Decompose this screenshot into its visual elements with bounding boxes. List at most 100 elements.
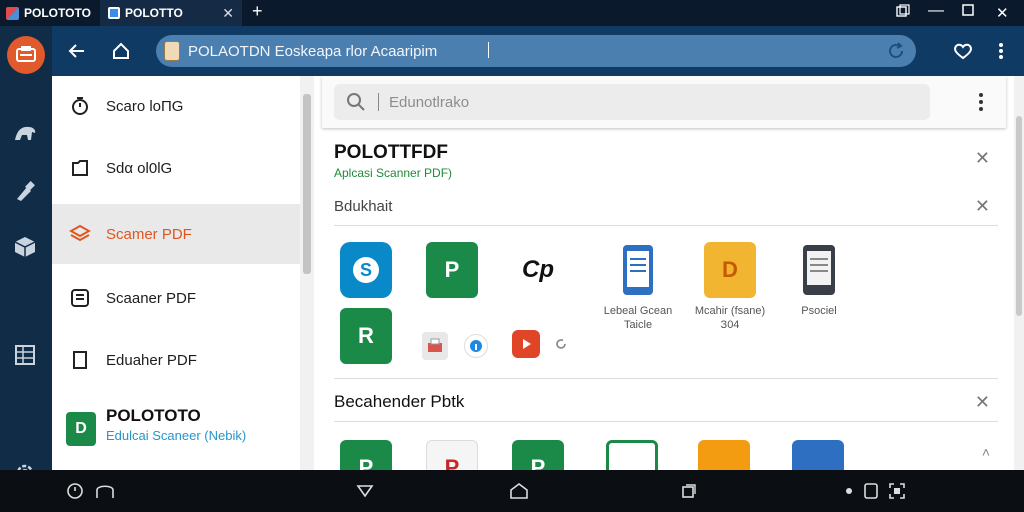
info-icon[interactable] xyxy=(464,334,488,358)
divider xyxy=(334,225,998,226)
brush-icon[interactable] xyxy=(10,176,40,206)
collapse-icon[interactable]: ˄ xyxy=(982,444,990,460)
sharepoint-icon: S xyxy=(340,242,392,298)
screenshot-icon[interactable] xyxy=(860,480,882,502)
tab-strip: POLOTOTO POLOTTO ✕ + — ✕ xyxy=(0,0,1024,26)
sidebar-scrollbar[interactable] xyxy=(300,76,314,470)
box-icon[interactable] xyxy=(10,232,40,262)
search-input[interactable]: Edunotlrako xyxy=(334,84,930,120)
more-options-icon[interactable] xyxy=(978,92,984,112)
app-tile-cp[interactable]: Cp xyxy=(512,242,564,298)
back-nav-icon[interactable] xyxy=(354,480,376,502)
minimize-button[interactable]: — xyxy=(928,2,944,20)
close-icon[interactable]: ✕ xyxy=(222,5,234,22)
dot-indicator-icon xyxy=(838,480,860,502)
sidebar-item-label: Eduaher PDF xyxy=(106,351,197,369)
window-close-button[interactable]: ✕ xyxy=(996,4,1009,22)
search-card: Edunotlrako xyxy=(322,76,1006,128)
app-label: Mcahir (fsane) З04 xyxy=(694,305,766,331)
app-tile-green-bag[interactable]: P xyxy=(512,440,564,470)
publisher-icon: R xyxy=(340,308,392,364)
play-icon[interactable] xyxy=(512,330,540,358)
divider xyxy=(334,378,998,379)
clock-icon[interactable] xyxy=(64,480,86,502)
url-text: POLAOTDN Eoskeapa rlor Acaaripim xyxy=(188,42,438,60)
timer-icon xyxy=(68,94,92,118)
home-button[interactable] xyxy=(108,38,134,64)
project-icon: P xyxy=(426,242,478,298)
app-tile-publisher[interactable]: R xyxy=(340,308,392,364)
text-caret xyxy=(488,42,489,58)
scan-icon[interactable] xyxy=(886,480,908,502)
tab-favicon-icon xyxy=(108,7,120,19)
sidebar-item-scaaner-pdf[interactable]: Scaaner PDF xyxy=(52,268,300,328)
maximize-button[interactable] xyxy=(962,4,974,19)
app-tile-green-p[interactable]: P xyxy=(340,440,392,470)
reload-icon[interactable] xyxy=(886,41,906,61)
blue-doc-icon xyxy=(792,440,844,470)
layers-icon xyxy=(68,222,92,246)
sidebar-item-sdaol[interactable]: Sdα ol0lG xyxy=(52,138,300,198)
new-tab-button[interactable]: + xyxy=(252,1,263,22)
app-tile-project[interactable]: P xyxy=(426,242,478,298)
close-section-button[interactable]: ✕ xyxy=(975,148,990,169)
app-tile-sheet[interactable] xyxy=(606,440,658,470)
home-nav-icon[interactable] xyxy=(508,480,530,502)
restore-icon[interactable] xyxy=(896,4,910,21)
home-icon[interactable] xyxy=(94,480,116,502)
section-title-2: Becahender Pbtk xyxy=(334,392,465,411)
sidebar-item-scaro[interactable]: Scaro lоПG xyxy=(52,76,300,136)
search-icon xyxy=(347,93,365,111)
app-tile-blue-doc[interactable] xyxy=(792,440,844,470)
app-logo[interactable] xyxy=(7,36,45,74)
sidebar-item-label: Sdα ol0lG xyxy=(106,159,173,177)
animal-icon[interactable] xyxy=(10,118,40,148)
favorite-icon[interactable] xyxy=(950,38,976,64)
scrollbar-thumb[interactable] xyxy=(1016,116,1022,316)
app-label: Lebeal Gcean Taicle xyxy=(603,305,673,331)
tab-polotto[interactable]: POLOTTO ✕ xyxy=(100,0,242,26)
tablet-icon xyxy=(612,242,664,298)
printer-icon[interactable] xyxy=(422,332,448,360)
main-scrollbar[interactable] xyxy=(1014,76,1024,470)
app-tile-pdf-doc[interactable]: P xyxy=(426,440,478,470)
sidebar: Scaro lоПG Sdα ol0lG Scamer PDF Scaaner … xyxy=(52,76,300,470)
green-app-icon: P xyxy=(512,440,564,470)
section-title: POLOTTFDF xyxy=(334,142,448,163)
url-bar[interactable]: POLAOTDN Eoskeapa rlor Acaaripim xyxy=(156,35,916,67)
recents-icon[interactable] xyxy=(678,480,700,502)
app-tile-mcahir[interactable]: D Mcahir (fsane) З04 xyxy=(686,242,774,332)
sidebar-item-label: Scaaner PDF xyxy=(106,289,197,307)
scrollbar-thumb[interactable] xyxy=(303,94,311,274)
orange-doc-icon xyxy=(698,440,750,470)
app-tile-tablet[interactable]: Lebeal Gcean Taicle xyxy=(598,242,678,332)
app-tile-sharepoint[interactable]: S xyxy=(340,242,392,298)
tab-label: POLOTTO xyxy=(125,6,183,20)
refresh-small-icon[interactable] xyxy=(552,332,570,356)
tab-polototo[interactable]: POLOTOTO xyxy=(6,0,92,26)
app-tile-orange[interactable] xyxy=(698,440,750,470)
close-category-button[interactable]: ✕ xyxy=(975,196,990,217)
document-d-icon: D xyxy=(704,242,756,298)
app-label: Psociel xyxy=(801,305,837,317)
search-separator xyxy=(378,93,379,111)
tab-favicon-icon xyxy=(6,6,19,20)
tab-label: POLOTOTO xyxy=(24,6,91,20)
brand-title: POLOTOTO xyxy=(106,406,201,425)
close-section-2-button[interactable]: ✕ xyxy=(975,392,990,413)
page-icon xyxy=(68,348,92,372)
search-placeholder: Edunotlrako xyxy=(389,93,470,111)
back-button[interactable] xyxy=(64,38,90,64)
brand-subtitle: Edulcai Scaneer (Nebik) xyxy=(106,428,247,443)
address-bar-row: POLAOTDN Eoskeapa rlor Acaaripim xyxy=(52,26,1024,76)
pdf-document-icon: P xyxy=(426,440,478,470)
sidebar-item-scamer-pdf[interactable]: Scamer PDF xyxy=(52,204,300,264)
sidebar-item-eduaher-pdf[interactable]: Eduaher PDF xyxy=(52,330,300,390)
more-menu-icon[interactable] xyxy=(988,38,1014,64)
table-icon[interactable] xyxy=(10,340,40,370)
brand-block[interactable]: D POLOTOTO Edulcai Scaneer (Nebik) xyxy=(66,406,246,446)
folder-icon xyxy=(68,156,92,180)
sheet-icon xyxy=(606,440,658,470)
app-tile-psociel[interactable]: Psociel xyxy=(784,242,854,318)
project-icon: P xyxy=(340,440,392,470)
